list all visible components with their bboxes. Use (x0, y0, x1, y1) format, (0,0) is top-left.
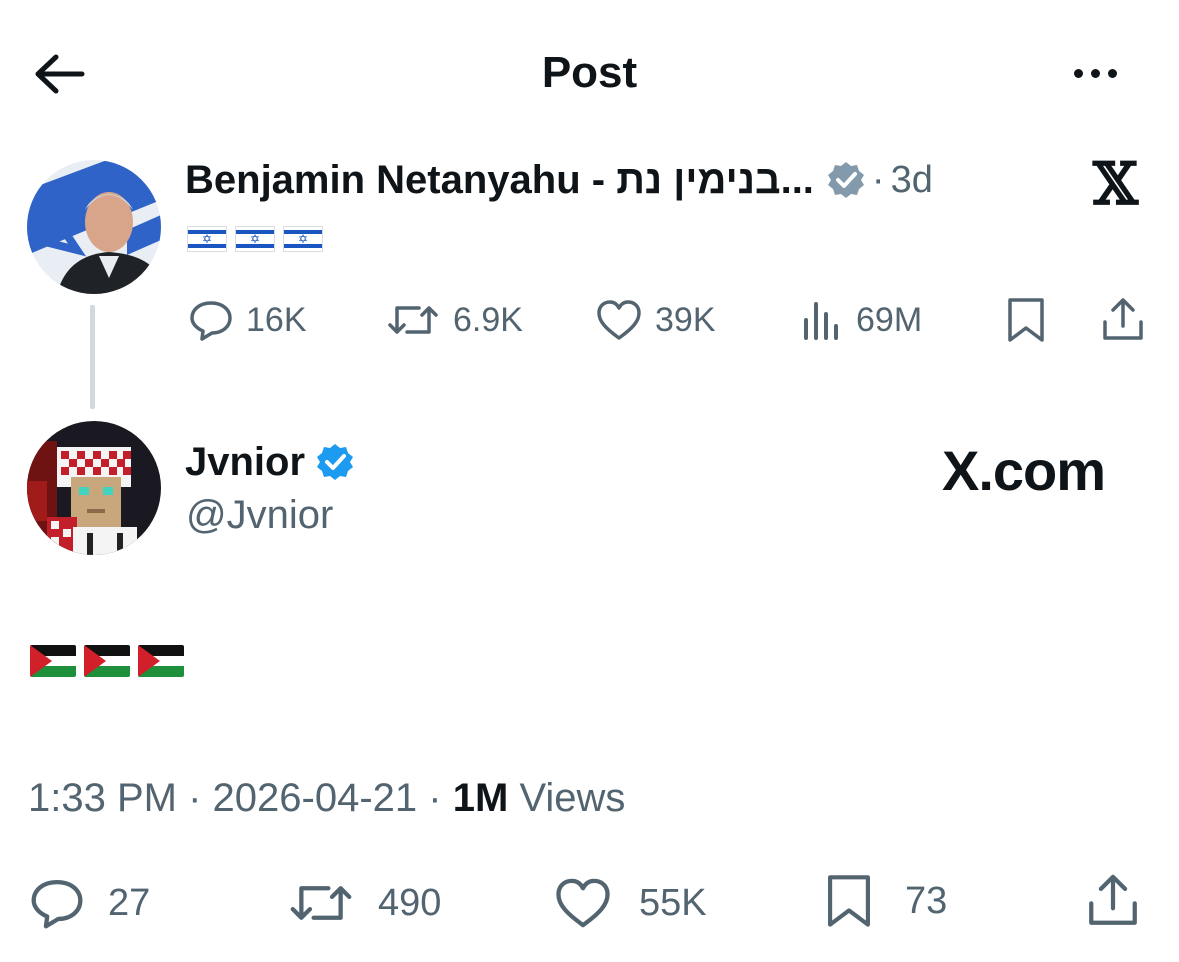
palestine-flag-icon (138, 645, 184, 677)
author-name[interactable]: Benjamin Netanyahu - בנימין נת... (185, 158, 814, 203)
israel-flag-icon: ✡ (235, 226, 275, 252)
avatar[interactable] (27, 421, 161, 555)
verified-icon (317, 444, 354, 480)
author-handle[interactable]: @Jvnior (186, 493, 333, 538)
post-metadata: 1:33 PM · 2026-04-21 · 1M Views (28, 776, 626, 820)
views-icon (804, 302, 838, 340)
like-count: 39K (655, 300, 716, 339)
separator: · (871, 158, 885, 201)
parent-author-row[interactable]: Benjamin Netanyahu - בנימין נת... · 3d (185, 152, 933, 208)
like-icon (556, 878, 610, 928)
views-count: 69M (856, 300, 923, 339)
repost-button[interactable]: 6.9K (385, 298, 523, 342)
repost-icon (388, 306, 438, 334)
share-button[interactable] (1100, 296, 1146, 344)
israel-flag-icon: ✡ (283, 226, 323, 252)
thread-line (90, 305, 95, 409)
more-icon (1073, 68, 1083, 78)
bookmark-count: 73 (905, 879, 948, 922)
reply-icon (190, 301, 232, 341)
bookmark-button[interactable] (1004, 296, 1048, 344)
post-time[interactable]: 3d (891, 159, 933, 202)
reply-count: 27 (108, 881, 151, 924)
post-time[interactable]: 1:33 PM (28, 776, 177, 820)
reply-icon (31, 879, 83, 929)
reply-count: 16K (246, 300, 307, 339)
reply-button[interactable]: 27 (28, 876, 150, 930)
post-content (30, 645, 184, 677)
palestine-flag-icon (30, 645, 76, 677)
share-icon (1089, 874, 1137, 925)
like-button[interactable]: 55K (553, 876, 707, 930)
more-button[interactable] (1060, 55, 1130, 91)
like-count: 55K (639, 881, 707, 924)
views-label: Views (519, 776, 626, 820)
share-icon (1103, 298, 1143, 340)
post-date[interactable]: 2026-04-21 (213, 776, 418, 820)
reply-author-row[interactable]: Jvnior (185, 436, 355, 488)
reply-button[interactable]: 16K (188, 298, 307, 342)
views-count: 1M (452, 776, 509, 820)
bookmark-button[interactable]: 73 (823, 872, 947, 930)
post-content: ✡ ✡ ✡ (187, 226, 323, 252)
avatar[interactable] (27, 160, 161, 294)
like-button[interactable]: 39K (595, 298, 716, 342)
palestine-flag-icon (84, 645, 130, 677)
like-icon (597, 300, 641, 340)
share-button[interactable] (1085, 872, 1141, 930)
bookmark-icon (828, 875, 870, 927)
verified-icon (827, 162, 864, 198)
x-com-watermark: X.com (942, 439, 1106, 502)
author-name[interactable]: Jvnior (185, 440, 305, 485)
repost-count: 6.9K (453, 300, 523, 339)
bookmark-icon (1008, 298, 1044, 342)
repost-icon (290, 886, 352, 920)
repost-button[interactable]: 490 (286, 876, 441, 930)
views-button[interactable]: 69M (800, 298, 922, 342)
x-logo-icon: 𝕏 (1093, 150, 1139, 218)
page-title: Post (541, 48, 638, 97)
repost-count: 490 (378, 881, 442, 924)
israel-flag-icon: ✡ (187, 226, 227, 252)
